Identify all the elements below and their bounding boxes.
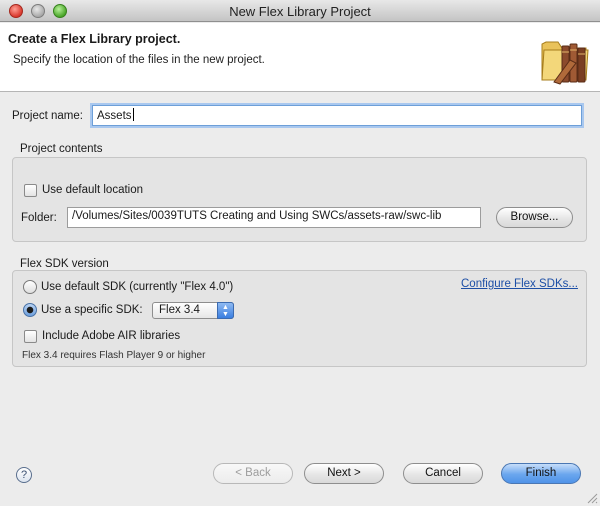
next-button[interactable]: Next > bbox=[304, 463, 384, 484]
sdk-version-select[interactable]: Flex 3.4 ▲ ▼ bbox=[152, 302, 234, 319]
sdk-version-value: Flex 3.4 bbox=[159, 304, 200, 316]
cancel-button[interactable]: Cancel bbox=[403, 463, 483, 484]
include-air-checkbox[interactable] bbox=[24, 330, 37, 343]
text-caret bbox=[132, 108, 134, 121]
back-button[interactable]: < Back bbox=[213, 463, 293, 484]
select-arrows-icon: ▲ ▼ bbox=[217, 302, 234, 319]
project-contents-title: Project contents bbox=[20, 143, 103, 155]
project-name-input[interactable]: Assets bbox=[92, 105, 582, 126]
specific-sdk-radio[interactable] bbox=[23, 303, 37, 317]
project-name-label: Project name: bbox=[12, 110, 83, 122]
window-title: New Flex Library Project bbox=[229, 4, 371, 19]
include-air-label: Include Adobe AIR libraries bbox=[42, 330, 181, 342]
sdk-requirement-note: Flex 3.4 requires Flash Player 9 or high… bbox=[22, 350, 206, 361]
default-sdk-label: Use default SDK (currently "Flex 4.0") bbox=[41, 281, 234, 293]
flex-sdk-title: Flex SDK version bbox=[20, 258, 109, 270]
help-icon[interactable]: ? bbox=[16, 467, 32, 483]
use-default-location-label: Use default location bbox=[42, 184, 144, 196]
wizard-header: Create a Flex Library project. Specify t… bbox=[0, 23, 600, 92]
resize-grip-icon[interactable] bbox=[587, 493, 598, 504]
project-contents-group bbox=[12, 157, 587, 242]
folder-input[interactable]: /Volumes/Sites/0039TUTS Creating and Usi… bbox=[67, 207, 481, 228]
configure-sdks-link[interactable]: Configure Flex SDKs... bbox=[461, 278, 578, 290]
wizard-header-description: Specify the location of the files in the… bbox=[13, 54, 265, 66]
wizard-header-title: Create a Flex Library project. bbox=[8, 32, 181, 46]
use-default-location-checkbox[interactable] bbox=[24, 184, 37, 197]
project-name-value: Assets bbox=[97, 110, 132, 122]
window-titlebar: New Flex Library Project bbox=[0, 0, 600, 22]
finish-button[interactable]: Finish bbox=[501, 463, 581, 484]
default-sdk-radio[interactable] bbox=[23, 280, 37, 294]
folder-label: Folder: bbox=[21, 212, 57, 224]
specific-sdk-label: Use a specific SDK: bbox=[41, 304, 143, 316]
browse-button[interactable]: Browse... bbox=[496, 207, 573, 228]
folder-books-icon bbox=[541, 41, 589, 85]
